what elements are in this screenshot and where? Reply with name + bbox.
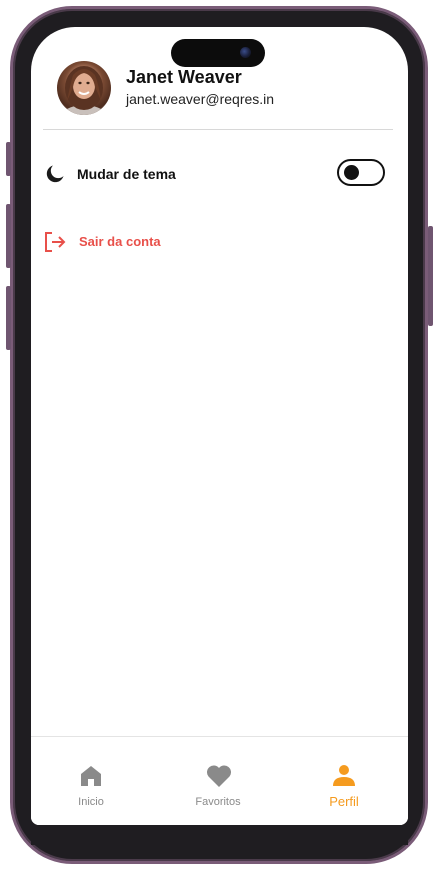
home-icon [81, 766, 101, 786]
nav-label-inicio: Inicio [78, 796, 104, 808]
nav-item-perfil[interactable]: Perfil [294, 737, 394, 825]
avatar[interactable] [57, 61, 111, 115]
dynamic-island [171, 39, 265, 67]
logout-row[interactable]: Sair da conta [31, 227, 408, 257]
theme-label: Mudar de tema [77, 166, 176, 182]
user-name: Janet Weaver [126, 67, 242, 87]
bottom-nav: Inicio Favoritos Perfil [31, 736, 408, 825]
side-button-power [428, 226, 433, 326]
moon-icon [46, 165, 64, 183]
logout-icon [45, 232, 66, 252]
theme-setting-row[interactable]: Mudar de tema [31, 155, 408, 195]
nav-item-favoritos[interactable]: Favoritos [168, 737, 268, 825]
side-button-volume-up [6, 204, 11, 268]
heart-icon [206, 765, 232, 787]
divider [43, 129, 393, 130]
nav-label-favoritos: Favoritos [195, 796, 241, 808]
phone-bottom-bezel [31, 825, 408, 845]
theme-toggle[interactable] [337, 159, 385, 186]
logout-label: Sair da conta [79, 234, 161, 249]
toggle-knob [344, 165, 359, 180]
app-screen: Janet Weaver janet.weaver@reqres.in Muda… [31, 27, 408, 825]
person-icon [333, 765, 355, 786]
side-button-volume-down [6, 286, 11, 350]
camera-icon [240, 47, 251, 58]
side-button-action [6, 142, 11, 176]
user-email: janet.weaver@reqres.in [126, 91, 275, 107]
nav-label-perfil: Perfil [329, 794, 359, 809]
nav-item-inicio[interactable]: Inicio [41, 737, 141, 825]
